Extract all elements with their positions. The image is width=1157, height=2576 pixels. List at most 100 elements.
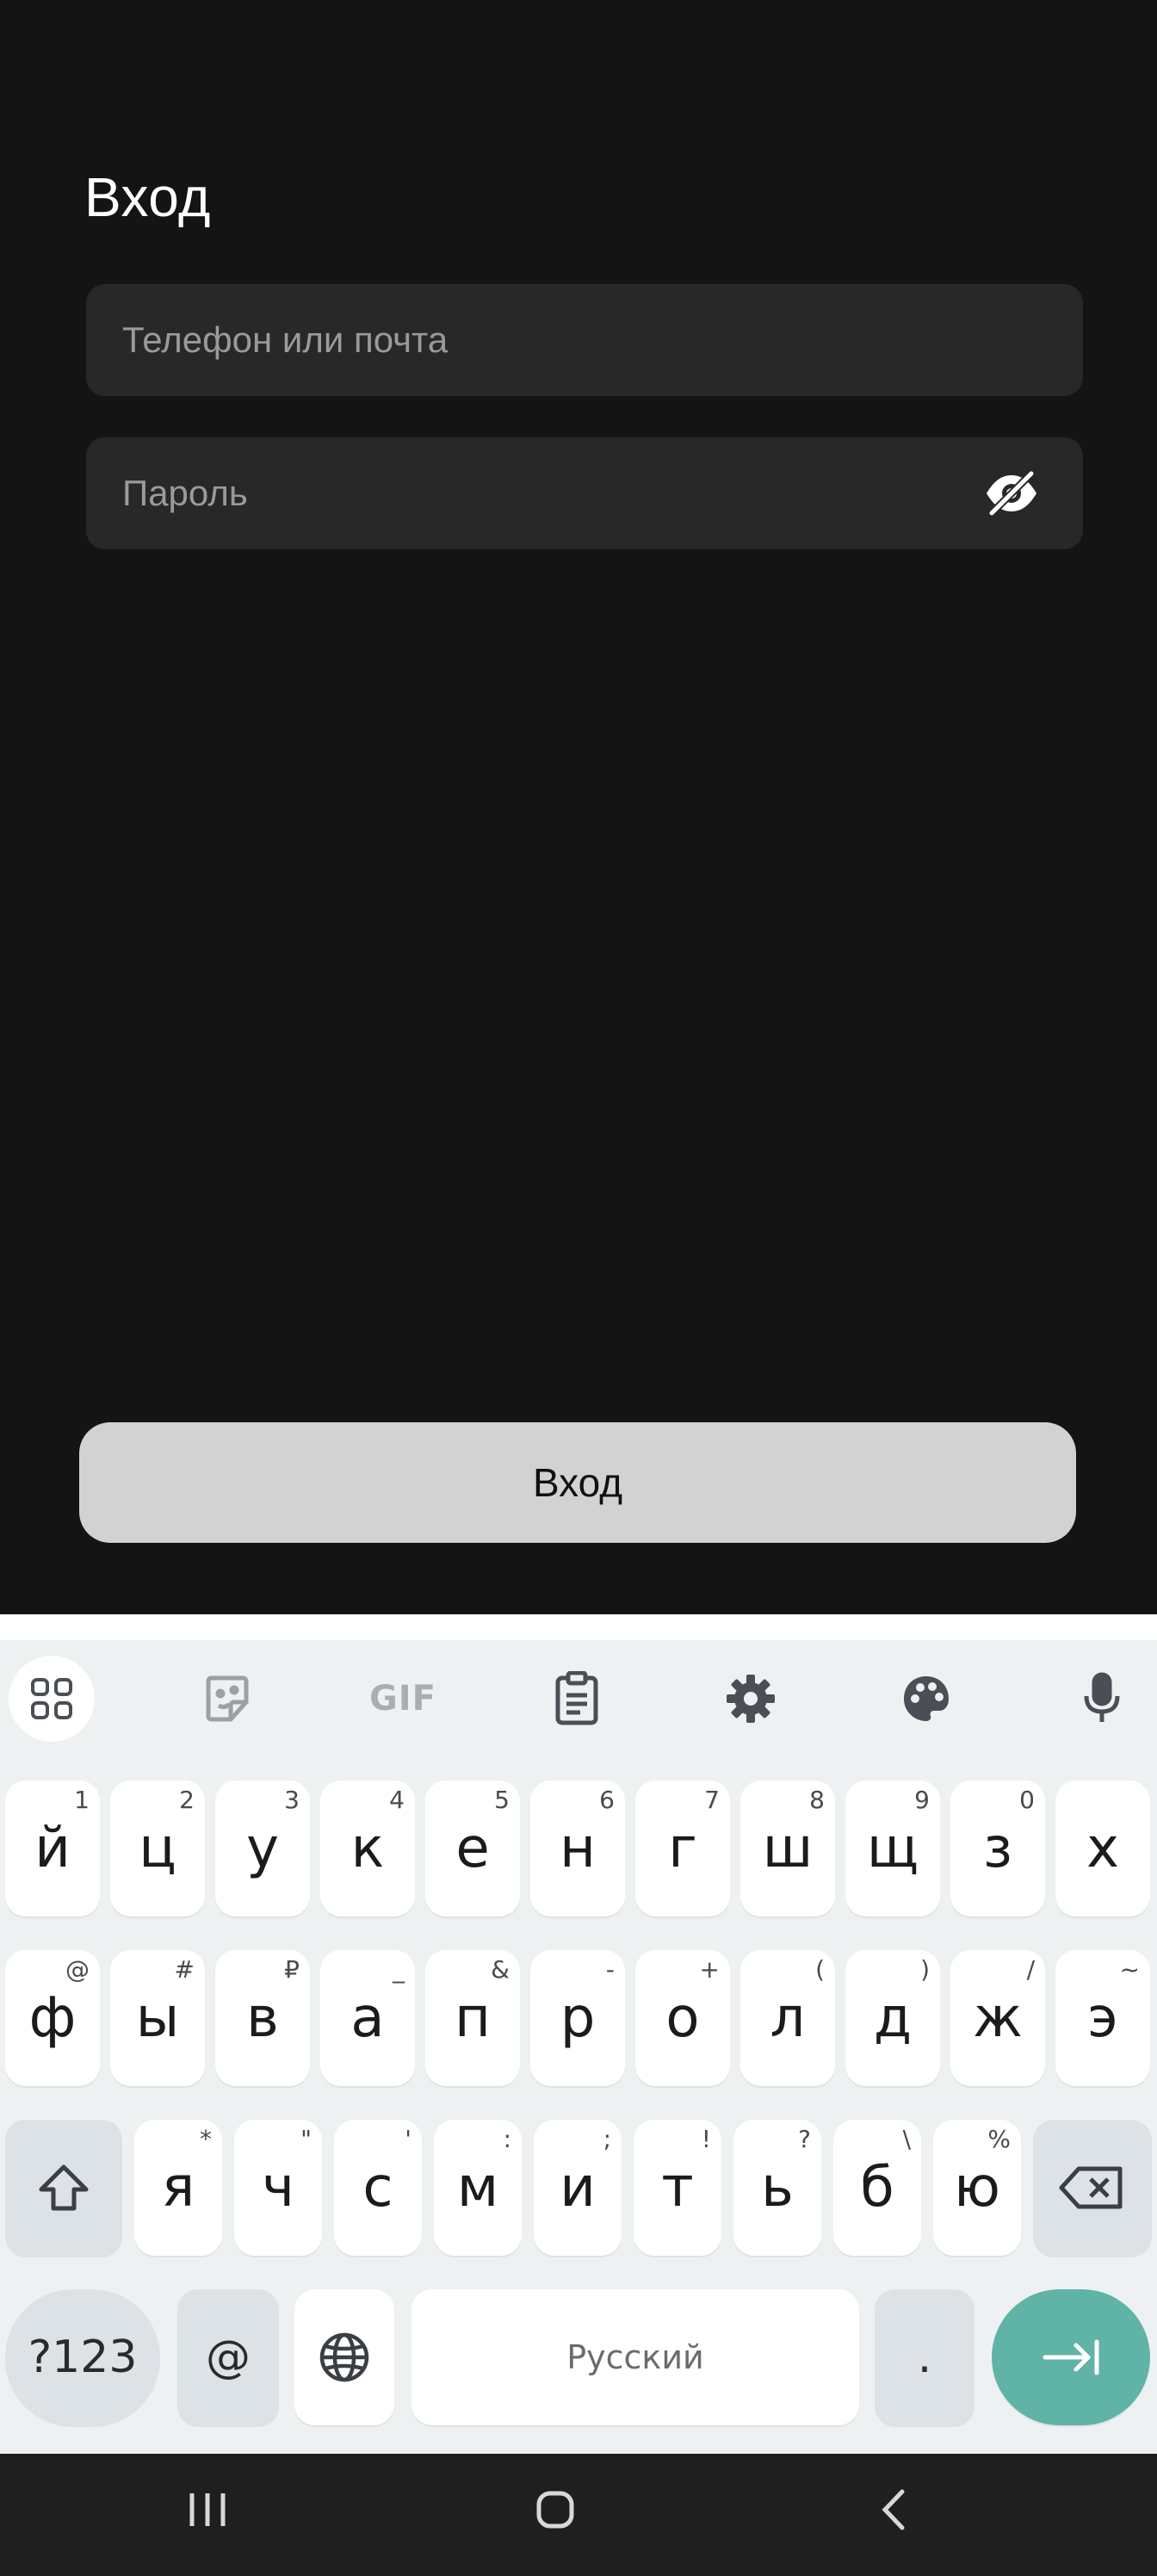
- key-ц-label: ц: [139, 1817, 176, 1880]
- key-ф-label: ф: [28, 1986, 77, 2050]
- key-в[interactable]: в ₽: [215, 1950, 310, 2086]
- key-к[interactable]: к4: [320, 1780, 415, 1917]
- sticker-icon[interactable]: [184, 1656, 270, 1742]
- key-у-label: у: [246, 1817, 279, 1880]
- key-ц[interactable]: ц2: [110, 1780, 205, 1917]
- key-к-label: к: [350, 1817, 385, 1880]
- key-с-label: с: [362, 2156, 393, 2220]
- key-а[interactable]: а _: [320, 1950, 415, 2086]
- key-б-label: б: [860, 2156, 894, 2220]
- key-о-hint: +: [699, 1955, 720, 1984]
- key-ж[interactable]: ж /: [950, 1950, 1045, 2086]
- login-input[interactable]: [86, 284, 1083, 396]
- back-icon[interactable]: [876, 2488, 911, 2536]
- key-й-hint: 1: [74, 1786, 90, 1814]
- key-н-label: н: [560, 1817, 596, 1880]
- key-ю[interactable]: ю%: [933, 2120, 1021, 2256]
- key-е-label: е: [455, 1817, 490, 1880]
- home-icon[interactable]: [535, 2488, 575, 2536]
- key-я[interactable]: я *: [134, 2120, 222, 2256]
- key-щ[interactable]: щ9: [845, 1780, 940, 1917]
- symbols-key[interactable]: ?123: [5, 2289, 160, 2425]
- recent-apps-icon[interactable]: [188, 2488, 227, 2536]
- key-д[interactable]: д): [845, 1950, 940, 2086]
- key-ж-hint: /: [1026, 1955, 1035, 1984]
- key-и-hint: ;: [603, 2125, 611, 2153]
- login-field[interactable]: [86, 284, 1083, 396]
- enter-key[interactable]: [992, 2289, 1150, 2425]
- key-х-label: х: [1086, 1817, 1119, 1880]
- key-э[interactable]: э ~: [1055, 1950, 1150, 2086]
- key-и[interactable]: и;: [534, 2120, 622, 2256]
- key-в-hint: ₽: [284, 1955, 300, 1984]
- key-о-label: о: [665, 1986, 700, 2050]
- key-ы[interactable]: ы #: [110, 1950, 205, 2086]
- key-ч-hint: ": [300, 2125, 312, 2153]
- key-н-hint: 6: [599, 1786, 615, 1814]
- globe-icon: [319, 2332, 369, 2382]
- apps-icon[interactable]: [9, 1656, 95, 1742]
- key-у[interactable]: у3: [215, 1780, 310, 1917]
- key-з[interactable]: з0: [950, 1780, 1045, 1917]
- key-д-hint: ): [920, 1955, 930, 1984]
- key-т[interactable]: т!: [634, 2120, 721, 2256]
- keyboard-toolbar: GIF: [0, 1640, 1157, 1769]
- palette-icon[interactable]: [883, 1656, 969, 1742]
- page-title: Вход: [84, 166, 211, 228]
- key-л[interactable]: л(: [740, 1950, 835, 2086]
- password-input[interactable]: [86, 437, 1083, 549]
- symbols-key-label: ?123: [28, 2331, 138, 2383]
- key-а-hint: _: [393, 1955, 405, 1984]
- at-key[interactable]: @: [177, 2289, 279, 2425]
- settings-icon[interactable]: [708, 1656, 794, 1742]
- space-key[interactable]: Русский: [411, 2289, 859, 2425]
- key-ы-label: ы: [135, 1986, 180, 2050]
- clipboard-icon[interactable]: [534, 1656, 620, 1742]
- key-х[interactable]: х: [1055, 1780, 1150, 1917]
- key-п[interactable]: п &: [425, 1950, 520, 2086]
- key-м-hint: :: [503, 2125, 511, 2153]
- language-key[interactable]: [294, 2289, 394, 2425]
- key-п-label: п: [455, 1986, 491, 2050]
- password-field[interactable]: [86, 437, 1083, 549]
- shift-key[interactable]: [5, 2120, 122, 2256]
- key-л-hint: (: [815, 1955, 825, 1984]
- mic-icon[interactable]: [1059, 1656, 1145, 1742]
- key-ь[interactable]: ь?: [733, 2120, 821, 2256]
- key-й-label: й: [34, 1817, 71, 1880]
- key-е[interactable]: е5: [425, 1780, 520, 1917]
- key-д-label: д: [873, 1986, 913, 2050]
- gif-icon[interactable]: GIF: [360, 1656, 446, 1742]
- key-о[interactable]: о +: [635, 1950, 730, 2086]
- key-в-label: в: [246, 1986, 279, 2050]
- key-т-label: т: [661, 2156, 694, 2220]
- key-м[interactable]: м:: [434, 2120, 522, 2256]
- key-ф[interactable]: ф @: [5, 1950, 100, 2086]
- key-ж-label: ж: [973, 1986, 1023, 2050]
- backspace-key[interactable]: [1033, 2120, 1152, 2256]
- key-р[interactable]: р-: [530, 1950, 625, 2086]
- key-ш[interactable]: ш8: [740, 1780, 835, 1917]
- key-б-hint: \: [902, 2125, 911, 2153]
- at-key-label: @: [206, 2331, 251, 2383]
- key-з-label: з: [982, 1817, 1013, 1880]
- key-г[interactable]: г7: [635, 1780, 730, 1917]
- key-б[interactable]: б \: [833, 2120, 921, 2256]
- key-г-hint: 7: [704, 1786, 720, 1814]
- key-с[interactable]: с ': [334, 2120, 422, 2256]
- key-э-hint: ~: [1119, 1955, 1140, 1984]
- period-key[interactable]: .: [875, 2289, 974, 2425]
- key-п-hint: &: [491, 1955, 510, 1984]
- key-ш-label: ш: [762, 1817, 814, 1880]
- shift-icon: [39, 2164, 89, 2211]
- login-button[interactable]: Вход: [79, 1422, 1076, 1543]
- key-й[interactable]: й1: [5, 1780, 100, 1917]
- key-т-hint: !: [701, 2125, 711, 2153]
- key-ю-label: ю: [954, 2156, 1000, 2220]
- toggle-password-visibility-icon[interactable]: [983, 468, 1040, 518]
- key-щ-label: щ: [866, 1817, 919, 1880]
- key-з-hint: 0: [1019, 1786, 1035, 1814]
- key-н[interactable]: н6: [530, 1780, 625, 1917]
- key-е-hint: 5: [494, 1786, 510, 1814]
- key-ч[interactable]: ч ": [234, 2120, 322, 2256]
